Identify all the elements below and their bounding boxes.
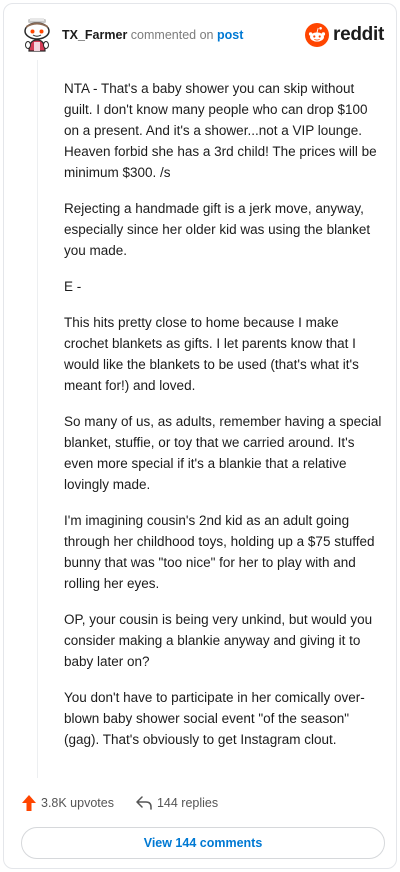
comment-actions: 3.8K upvotes 144 replies bbox=[22, 792, 218, 814]
comment-paragraph: I'm imagining cousin's 2nd kid as an adu… bbox=[64, 513, 375, 591]
reply-arrow-icon bbox=[136, 796, 152, 810]
comment-paragraph: OP, your cousin is being very unkind, bu… bbox=[64, 612, 373, 669]
upvote-button[interactable]: 3.8K upvotes bbox=[22, 795, 114, 811]
comment-paragraph: You don't have to participate in her com… bbox=[64, 690, 365, 747]
user-avatar[interactable] bbox=[20, 18, 54, 52]
reply-count: 144 replies bbox=[156, 796, 219, 810]
comment-paragraph: NTA - That's a baby shower you can skip … bbox=[64, 81, 377, 180]
post-link[interactable]: post bbox=[217, 28, 243, 42]
comment-paragraph: So many of us, as adults, remember havin… bbox=[64, 414, 382, 492]
comment-card: TX_Farmer commented on post reddit NTA -… bbox=[3, 3, 397, 869]
reddit-wordmark: reddit bbox=[333, 24, 384, 45]
comment-paragraph: This hits pretty close to home because I… bbox=[64, 315, 359, 393]
comment-body: NTA - That's a baby shower you can skip … bbox=[64, 78, 386, 765]
replies-button[interactable]: 144 replies bbox=[136, 796, 218, 810]
comment-header: TX_Farmer commented on post reddit bbox=[18, 18, 384, 58]
view-comments-button[interactable]: View 144 comments bbox=[21, 827, 385, 859]
snoo-avatar-icon bbox=[24, 18, 50, 52]
thread-line[interactable] bbox=[37, 60, 38, 778]
upvote-arrow-icon bbox=[22, 795, 36, 811]
comment-meta: TX_Farmer commented on post bbox=[62, 28, 243, 42]
username-link[interactable]: TX_Farmer bbox=[62, 28, 127, 42]
comment-paragraph: Rejecting a handmade gift is a jerk move… bbox=[64, 201, 371, 258]
reddit-snoo-icon bbox=[305, 23, 330, 47]
upvote-count: 3.8K upvotes bbox=[41, 796, 114, 810]
comment-paragraph: E - bbox=[64, 279, 82, 294]
commented-on-text: commented on bbox=[130, 28, 214, 42]
reddit-logo[interactable]: reddit bbox=[305, 22, 384, 48]
